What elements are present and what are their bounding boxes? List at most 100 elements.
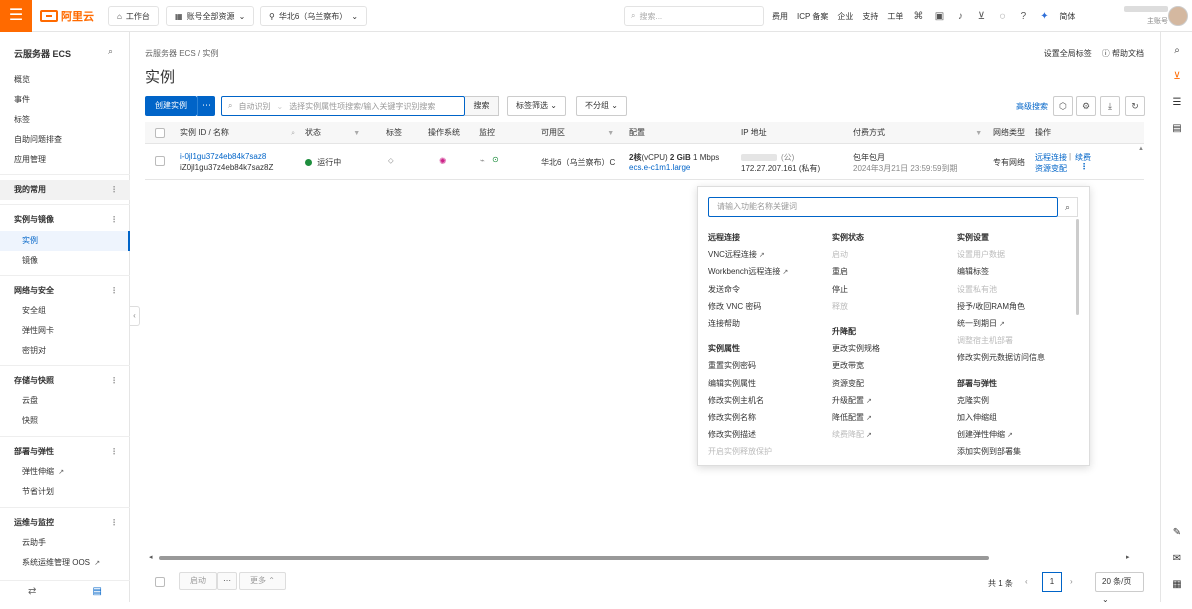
tag-settings-icon[interactable]: ⬡ — [1053, 96, 1073, 116]
sidebar-item-auto-scaling[interactable]: 弹性伸缩 ↗ — [0, 462, 130, 482]
download-icon[interactable]: ⤓ — [1100, 96, 1120, 116]
popup-menu-item[interactable]: 更改实例规格 — [832, 340, 952, 357]
bell-icon[interactable]: ♪ — [954, 10, 966, 22]
user-info[interactable]: 主账号 — [1112, 4, 1168, 28]
create-more-button[interactable]: ⋯ — [197, 96, 215, 116]
sidebar-item-eni[interactable]: 弹性网卡 — [0, 321, 130, 341]
sidebar-item-savings-plan[interactable]: 节省计划 — [0, 482, 130, 502]
search-icon[interactable]: ⌕ — [1058, 197, 1078, 217]
sidebar-item-oos[interactable]: 系统运维管理 OOS ↗ — [0, 553, 130, 573]
more-actions-dropdown[interactable]: 更多 ⌃ — [239, 572, 286, 590]
avatar[interactable] — [1168, 6, 1188, 26]
terminal-icon[interactable]: ▣ — [933, 10, 945, 22]
top-link-icp[interactable]: ICP 备案 — [797, 11, 828, 22]
popup-menu-item[interactable]: 创建弹性伸缩 ↗ — [957, 426, 1077, 443]
popup-menu-item[interactable]: VNC远程连接 ↗ — [708, 246, 828, 263]
prev-page-icon[interactable]: ‹ — [1025, 577, 1028, 586]
popup-menu-item[interactable]: 修改实例主机名 — [708, 392, 828, 409]
filter-icon[interactable]: ▼ — [353, 130, 360, 137]
sidebar-group-storage-snapshots[interactable]: 存储与快照 ⋮ — [0, 371, 130, 391]
more-icon[interactable]: ⋮ — [110, 371, 118, 391]
settings-icon[interactable]: ⚙ — [1076, 96, 1096, 116]
scroll-left-icon[interactable]: ◂ — [149, 553, 153, 561]
advanced-search-link[interactable]: 高级搜索 — [1016, 101, 1048, 112]
cloud-shell-icon[interactable]: ⌘ — [912, 10, 924, 22]
popup-menu-item[interactable]: 停止 — [832, 281, 952, 298]
popup-menu-item[interactable]: 发送命令 — [708, 281, 828, 298]
tag-filter-dropdown[interactable]: 标签筛选 ⌄ — [507, 96, 566, 116]
popup-menu-item[interactable]: 加入伸缩组 — [957, 409, 1077, 426]
sidebar-item-security-groups[interactable]: 安全组 — [0, 301, 130, 321]
sidebar-group-instances-images[interactable]: 实例与镜像 ⋮ — [0, 210, 130, 230]
more-icon[interactable]: ⋮ — [110, 180, 118, 200]
popup-menu-item[interactable]: 升级配置 ↗ — [832, 392, 952, 409]
sidebar-item-cloud-assistant[interactable]: 云助手 — [0, 533, 130, 553]
grid-icon[interactable]: ▦ — [1170, 578, 1184, 592]
more-icon[interactable]: ⋮ — [110, 513, 118, 533]
switch-icon[interactable]: ⇄ — [28, 586, 36, 597]
monitor-chart-icon[interactable]: ⌁ — [480, 156, 485, 165]
search-button[interactable]: 搜索 — [465, 96, 499, 116]
scroll-right-icon[interactable]: ▸ — [1126, 553, 1130, 561]
popup-menu-item[interactable]: 克隆实例 — [957, 392, 1077, 409]
top-link-ticket[interactable]: 工单 — [887, 11, 903, 22]
help-doc-link[interactable]: ⓘ 帮助文档 — [1102, 48, 1144, 59]
row-checkbox[interactable] — [155, 156, 165, 166]
filter-icon[interactable]: ▼ — [975, 130, 982, 137]
popup-menu-item[interactable]: 修改实例描述 — [708, 426, 828, 443]
popup-menu-item[interactable]: 编辑实例属性 — [708, 375, 828, 392]
sidebar-item-disks[interactable]: 云盘 — [0, 391, 130, 411]
popup-menu-item[interactable]: Workbench远程连接 ↗ — [708, 263, 828, 280]
horizontal-scrollbar[interactable]: ◂ ▸ — [145, 554, 1144, 562]
document-icon[interactable]: ▤ — [1170, 122, 1184, 136]
create-instance-button[interactable]: 创建实例 — [145, 96, 197, 116]
global-tags-link[interactable]: 设置全局标签 — [1044, 48, 1092, 59]
monitor-ok-icon[interactable]: ⊙ — [492, 155, 499, 164]
more-icon[interactable]: ⋮ — [110, 281, 118, 301]
sidebar-item-instances[interactable]: 实例 — [0, 231, 130, 251]
more-actions-icon[interactable]: ⋮ — [1080, 162, 1088, 171]
filter-icon[interactable]: ▼ — [607, 130, 614, 137]
popup-menu-item[interactable]: 更改带宽 — [832, 357, 952, 374]
popup-menu-item[interactable]: 资源变配 — [832, 375, 952, 392]
select-all-checkbox[interactable] — [155, 128, 165, 138]
aliyun-logo[interactable]: 阿里云 — [40, 8, 94, 24]
page-number[interactable]: 1 — [1042, 572, 1062, 592]
sidebar-item-events[interactable]: 事件 — [0, 90, 130, 110]
popup-menu-item[interactable]: 添加实例到部署集 — [957, 443, 1077, 460]
chevron-up-icon[interactable]: ▲ — [1138, 146, 1144, 152]
more-button[interactable]: ⋯ — [217, 572, 237, 590]
search-icon[interactable]: ⌕ — [291, 130, 295, 137]
sidebar-item-snapshots[interactable]: 快照 — [0, 411, 130, 431]
search-icon[interactable]: ⌕ — [1170, 44, 1184, 58]
instance-id-link[interactable]: i-0jl1gu37z4eb84k7saz8 — [180, 152, 266, 161]
popup-menu-item[interactable]: 重启 — [832, 263, 952, 280]
search-icon[interactable]: ⌕ — [108, 46, 113, 57]
sidebar-item-images[interactable]: 镜像 — [0, 251, 130, 271]
sidebar-group-deployment-elasticity[interactable]: 部署与弹性 ⋮ — [0, 442, 130, 462]
account-scope-dropdown[interactable]: ▦ 账号全部资源 ⌄ — [166, 6, 255, 26]
popup-menu-item[interactable]: 连接帮助 — [708, 315, 828, 332]
cart-icon[interactable]: ⊻ — [1170, 70, 1184, 84]
sidebar-item-keypairs[interactable]: 密钥对 — [0, 341, 130, 361]
refresh-icon[interactable]: ↻ — [1125, 96, 1145, 116]
popup-menu-item[interactable]: 修改实例名称 — [708, 409, 828, 426]
top-link-billing[interactable]: 费用 — [772, 11, 788, 22]
footer-select-checkbox[interactable] — [155, 577, 165, 587]
region-dropdown[interactable]: ⚲ 华北6（乌兰察布） ⌄ — [260, 6, 368, 26]
sidebar-group-ops-monitoring[interactable]: 运维与监控 ⋮ — [0, 513, 130, 533]
popup-menu-item[interactable]: 修改实例元数据访问信息 — [957, 349, 1077, 366]
instance-search-input[interactable]: ⌕ 自动识别 ⌄ 选择实例属性项搜索/输入关键字识别搜索 — [221, 96, 465, 116]
cart-icon[interactable]: ⊻ — [975, 10, 987, 22]
next-page-icon[interactable]: › — [1070, 577, 1073, 586]
tag-icon[interactable]: ⬦ — [388, 156, 394, 166]
lightbulb-icon[interactable]: ◌ — [996, 10, 1008, 22]
start-button[interactable]: 启动 — [179, 572, 217, 590]
remote-connect-link[interactable]: 远程连接 — [1035, 152, 1067, 163]
language-switch[interactable]: 简体 — [1059, 11, 1075, 22]
scrollbar-thumb[interactable] — [159, 556, 989, 560]
top-link-support[interactable]: 支持 — [862, 11, 878, 22]
popup-menu-item[interactable]: 重置实例密码 — [708, 357, 828, 374]
sidebar-item-troubleshoot[interactable]: 自助问题排查 — [0, 130, 130, 150]
breadcrumb[interactable]: 云服务器 ECS / 实例 — [145, 48, 218, 59]
